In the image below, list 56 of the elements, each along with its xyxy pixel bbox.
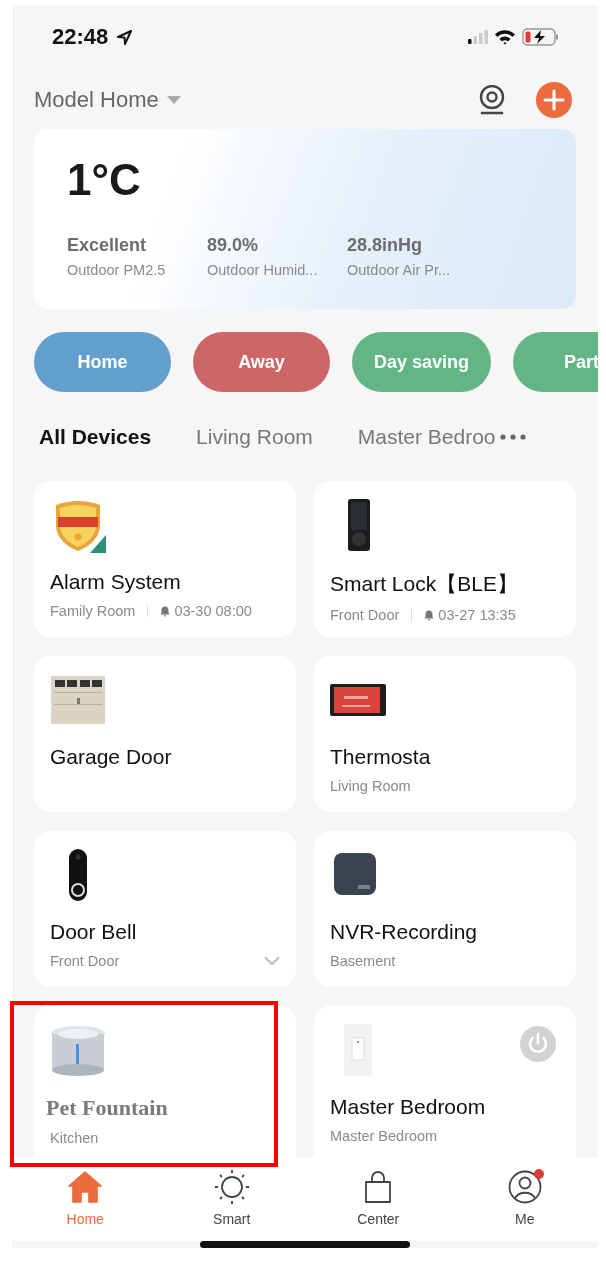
metric-label: Outdoor Air Pr... (347, 262, 452, 278)
device-room: Front Door (330, 607, 400, 623)
temperature: 1°C (67, 155, 142, 205)
room-tab[interactable]: Living Room (196, 424, 313, 449)
bell-icon (424, 609, 435, 621)
sun-icon (213, 1169, 250, 1205)
device-room: Kitchen (50, 1130, 99, 1146)
device-card[interactable]: Alarm System Family Room 03-30 08:00 (34, 481, 296, 637)
device-room: Living Room (330, 778, 411, 794)
device-card[interactable]: Pet Fountain Kitchen (34, 1006, 296, 1157)
scene-button[interactable]: Away (193, 332, 330, 392)
device-room: Family Room (50, 603, 136, 619)
device-name: Alarm System (50, 570, 182, 594)
location-arrow-icon (116, 28, 134, 46)
device-name: Thermosta (330, 745, 432, 769)
home-selector[interactable]: Model Home (34, 87, 159, 113)
signal-icon (468, 30, 488, 44)
alert-time: 03-30 08:00 (174, 603, 252, 619)
device-name: Garage Door (50, 745, 173, 769)
room-tab[interactable]: All Devices (39, 424, 152, 449)
device-name: Master Bedroom (330, 1095, 487, 1119)
device-room: Master Bedroom (330, 1128, 438, 1144)
status-time: 22:48 (52, 24, 109, 50)
device-card[interactable]: Smart Lock【BLE】 Front Door 03-27 13:35 (314, 481, 576, 637)
nav-tab[interactable]: Center (305, 1169, 452, 1241)
device-card[interactable]: Garage Door (34, 656, 296, 812)
bell-icon (160, 605, 171, 617)
device-card[interactable]: Master Bedroom Master Bedroom (314, 1006, 576, 1157)
device-card[interactable]: Door Bell Front Door (34, 831, 296, 987)
device-card[interactable]: NVR-Recording Basement (314, 831, 576, 987)
add-button[interactable] (536, 82, 572, 118)
device-name: Smart Lock【BLE】 (330, 571, 519, 597)
metric-value: Excellent (67, 235, 148, 256)
battery-charging-icon (522, 28, 560, 46)
wifi-icon (494, 29, 516, 45)
device-card[interactable]: Thermosta Living Room (314, 656, 576, 812)
profile-icon (507, 1170, 542, 1204)
more-icon[interactable] (499, 433, 526, 440)
alert-time: 03-27 13:35 (438, 607, 516, 623)
device-name: Door Bell (50, 920, 138, 944)
metric-label: Outdoor Humid... (207, 262, 319, 278)
metric-value: 28.8inHg (347, 235, 424, 256)
shopping-bag-icon (363, 1171, 394, 1203)
device-name: Pet Fountain (46, 1095, 169, 1121)
dropdown-caret-icon[interactable] (166, 95, 181, 105)
metric-label: Outdoor PM2.5 (67, 262, 167, 278)
metric-value: 89.0% (207, 235, 260, 256)
chevron-down-icon[interactable] (264, 956, 280, 966)
nav-tab[interactable]: Smart (158, 1169, 305, 1241)
nav-tab[interactable]: Me (451, 1169, 598, 1241)
room-tab[interactable]: Master Bedroo (357, 424, 496, 449)
device-name: NVR-Recording (330, 920, 479, 944)
home-icon (68, 1171, 103, 1203)
device-room: Basement (330, 953, 396, 969)
camera-icon[interactable] (478, 85, 506, 115)
device-room: Front Door (50, 953, 120, 969)
